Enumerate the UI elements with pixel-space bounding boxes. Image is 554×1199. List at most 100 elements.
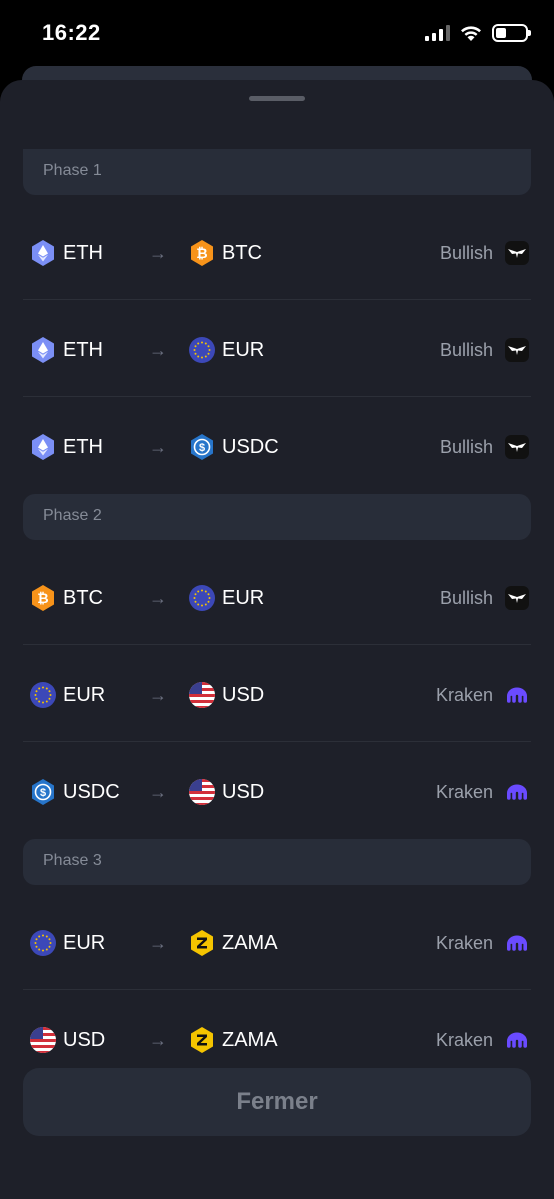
arrow-right-icon: →: [149, 340, 167, 360]
svg-text:₿: ₿: [196, 245, 207, 261]
exchange-name: Bullish: [439, 587, 493, 608]
usd-flag-icon: [188, 778, 216, 806]
exchange-info: Kraken: [436, 1026, 531, 1054]
kraken-logo-icon: [503, 681, 531, 709]
from-asset-symbol: BTC: [63, 586, 103, 609]
phase-header: Phase 3: [23, 839, 531, 885]
arrow-right-icon: →: [149, 685, 167, 705]
close-button-label: Fermer: [236, 1088, 318, 1115]
from-asset: ETH: [29, 336, 103, 364]
cellular-signal-icon: [425, 25, 450, 41]
from-asset-symbol: USD: [63, 1028, 106, 1051]
route-row: EUR → ZAMA Kraken: [23, 893, 531, 990]
from-asset: EUR: [29, 681, 105, 709]
to-asset-symbol: USDC: [222, 435, 279, 458]
usdc-icon: $: [188, 433, 216, 461]
route-row: $ USDC → USD Kraken: [23, 742, 531, 839]
exchange-info: Bullish: [440, 336, 531, 364]
bottom-sheet: Phase 1 ETH → ₿ BTC Bullish ETH → EUR Bullish ETH →…: [0, 80, 554, 1199]
kraken-logo-icon: [503, 1026, 531, 1054]
to-asset: ZAMA: [188, 1026, 278, 1054]
from-asset: ETH: [29, 239, 103, 267]
svg-text:$: $: [199, 442, 205, 454]
phase-header: Phase 1: [23, 149, 531, 195]
exchange-name: Kraken: [435, 932, 493, 953]
to-asset: EUR: [188, 584, 264, 612]
exchange-name: Bullish: [439, 436, 493, 457]
kraken-logo-icon: [503, 778, 531, 806]
exchange-name: Bullish: [439, 339, 493, 360]
arrow-right-icon: →: [149, 437, 167, 457]
arrow-right-icon: →: [149, 243, 167, 263]
phase-label: Phase 3: [43, 852, 102, 869]
from-asset: ETH: [29, 433, 103, 461]
status-time: 16:22: [42, 20, 101, 45]
to-asset-symbol: USD: [222, 683, 265, 706]
exchange-info: Kraken: [436, 778, 531, 806]
route-row: ETH → ₿ BTC Bullish: [23, 203, 531, 300]
bullish-logo-icon: [503, 584, 531, 612]
exchange-info: Kraken: [436, 929, 531, 957]
to-asset: ₿ BTC: [188, 239, 262, 267]
from-asset-symbol: USDC: [63, 780, 120, 803]
from-asset: ₿ BTC: [29, 584, 103, 612]
from-asset-symbol: ETH: [63, 241, 103, 264]
zama-icon: [188, 929, 216, 957]
from-asset: EUR: [29, 929, 105, 957]
exchange-info: Kraken: [436, 681, 531, 709]
eth-icon: [29, 239, 57, 267]
from-asset: $ USDC: [29, 778, 120, 806]
arrow-right-icon: →: [149, 588, 167, 608]
eur-icon: [29, 929, 57, 957]
close-button[interactable]: Fermer: [23, 1068, 531, 1136]
to-asset-symbol: BTC: [222, 241, 262, 264]
btc-icon: ₿: [29, 584, 57, 612]
btc-icon: ₿: [188, 239, 216, 267]
zama-icon: [188, 1026, 216, 1054]
exchange-name: Kraken: [435, 684, 493, 705]
to-asset-symbol: EUR: [222, 586, 265, 609]
phase-label: Phase 2: [43, 507, 102, 524]
exchange-info: Bullish: [440, 239, 531, 267]
exchange-info: Bullish: [440, 433, 531, 461]
to-asset: USD: [188, 681, 264, 709]
exchange-name: Bullish: [439, 242, 493, 263]
exchange-name: Kraken: [435, 1029, 493, 1050]
route-row: EUR → USD Kraken: [23, 645, 531, 742]
usd-flag-icon: [188, 681, 216, 709]
usdc-icon: $: [29, 778, 57, 806]
phase-label: Phase 1: [43, 162, 102, 179]
svg-text:$: $: [40, 787, 46, 799]
from-asset-symbol: EUR: [63, 683, 106, 706]
svg-text:₿: ₿: [37, 590, 48, 606]
to-asset: USD: [188, 778, 264, 806]
eur-icon: [188, 336, 216, 364]
from-asset-symbol: ETH: [63, 338, 103, 361]
wifi-icon: [461, 25, 481, 41]
phase-header: Phase 2: [23, 494, 531, 540]
route-row: ETH → EUR Bullish: [23, 300, 531, 397]
status-icons: [425, 24, 531, 42]
bullish-logo-icon: [503, 336, 531, 364]
to-asset-symbol: EUR: [222, 338, 265, 361]
to-asset-symbol: ZAMA: [222, 931, 278, 954]
eur-icon: [188, 584, 216, 612]
arrow-right-icon: →: [149, 1030, 167, 1050]
exchange-info: Bullish: [440, 584, 531, 612]
to-asset: ZAMA: [188, 929, 278, 957]
usd-flag-icon: [29, 1026, 57, 1054]
route-row: ₿ BTC → EUR Bullish: [23, 548, 531, 645]
exchange-name: Kraken: [435, 781, 493, 802]
sheet-grabber-handle[interactable]: [249, 96, 305, 101]
arrow-right-icon: →: [149, 933, 167, 953]
bullish-logo-icon: [503, 433, 531, 461]
from-asset-symbol: ETH: [63, 435, 103, 458]
from-asset: USD: [29, 1026, 105, 1054]
to-asset: $ USDC: [188, 433, 279, 461]
route-row: ETH → $ USDC Bullish: [23, 397, 531, 494]
battery-icon: [492, 24, 531, 42]
status-bar: 16:22: [0, 0, 554, 70]
bullish-logo-icon: [503, 239, 531, 267]
to-asset: EUR: [188, 336, 264, 364]
to-asset-symbol: USD: [222, 780, 265, 803]
